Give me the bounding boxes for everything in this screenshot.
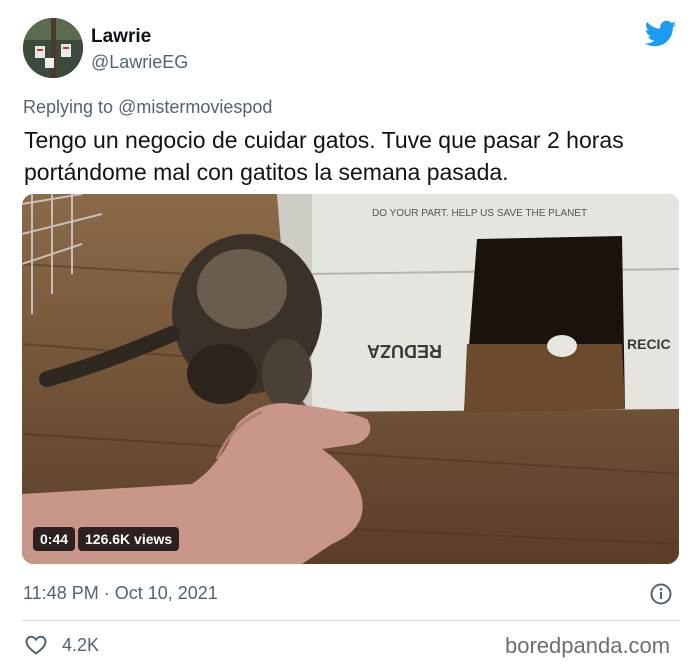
box-brand-text-2: RECIC [627, 336, 671, 352]
like-count[interactable]: 4.2K [62, 635, 99, 656]
video-thumbnail: DO YOUR PART. HELP US SAVE THE PLANET RE… [22, 194, 679, 564]
author-handle[interactable]: @LawrieEG [91, 52, 188, 73]
divider [22, 620, 680, 621]
tweet-text: Tengo un negocio de cuidar gatos. Tuve q… [24, 127, 624, 185]
box-brand-text: REDUZA [367, 341, 442, 361]
avatar[interactable] [23, 18, 83, 78]
twitter-bird-icon[interactable] [645, 20, 677, 48]
video-player[interactable]: DO YOUR PART. HELP US SAVE THE PLANET RE… [22, 194, 679, 564]
heart-icon[interactable] [24, 633, 48, 657]
info-icon[interactable] [649, 582, 673, 606]
replying-to-handle[interactable]: @mistermoviespod [118, 97, 272, 117]
watermark: boredpanda.com [505, 633, 671, 658]
video-duration-badge: 0:44 [33, 527, 76, 551]
replying-to-label: Replying to [23, 97, 114, 117]
video-views-badge: 126.6K views [78, 527, 180, 551]
author-name[interactable]: Lawrie [91, 26, 151, 48]
box-print-text: DO YOUR PART. HELP US SAVE THE PLANET [372, 208, 587, 219]
tweet-timestamp[interactable]: 11:48 PM · Oct 10, 2021 [23, 583, 218, 604]
replying-to: Replying to @mistermoviespod [23, 97, 272, 118]
avatar-image [23, 18, 83, 78]
